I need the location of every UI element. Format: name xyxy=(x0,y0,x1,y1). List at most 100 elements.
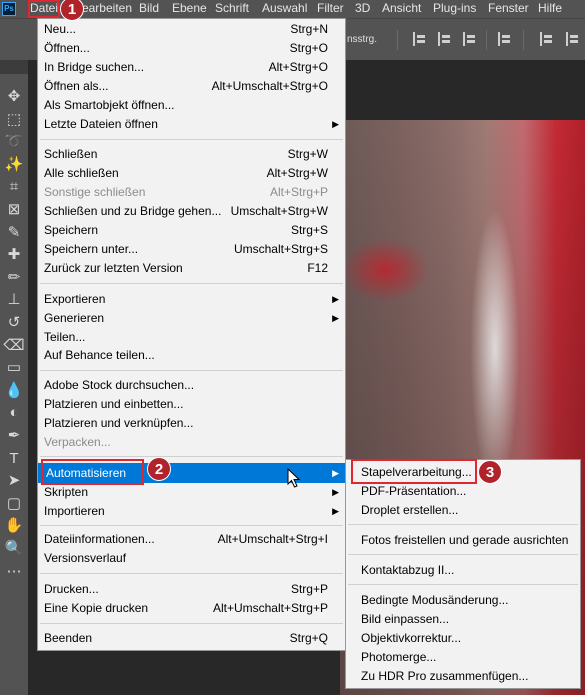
menu-item-share[interactable]: Teilen... xyxy=(38,328,345,347)
submenu-item-hdr[interactable]: Zu HDR Pro zusammenfügen... xyxy=(346,667,580,686)
menu-plugins[interactable]: Plug-ins xyxy=(433,0,476,18)
frame-icon[interactable]: ⊠ xyxy=(0,199,28,221)
menu-item-import[interactable]: Importieren ▶ xyxy=(38,502,345,521)
magic-wand-icon[interactable]: ✨ xyxy=(0,154,28,176)
menu-fenster[interactable]: Fenster xyxy=(488,0,529,18)
menu-ebene[interactable]: Ebene xyxy=(172,0,207,18)
eraser-icon[interactable]: ⌫ xyxy=(0,335,28,357)
brush-icon[interactable]: ✏ xyxy=(0,267,28,289)
automate-submenu: Stapelverarbeitung... PDF-Präsentation..… xyxy=(345,459,581,689)
pen-icon[interactable]: ✒ xyxy=(0,425,28,447)
menu-item-bridge[interactable]: In Bridge suchen... Alt+Strg+O xyxy=(38,58,345,77)
align-left-icon[interactable] xyxy=(413,32,427,46)
path-select-icon[interactable]: ➤ xyxy=(0,470,28,492)
menu-item-close-all[interactable]: Alle schließen Alt+Strg+W xyxy=(38,164,345,183)
menu-item-revert[interactable]: Zurück zur letzten Version F12 xyxy=(38,259,345,278)
menu-item-save[interactable]: Speichern Strg+S xyxy=(38,221,345,240)
menu-item-generate[interactable]: Generieren ▶ xyxy=(38,309,345,328)
menu-item-close-others: Sonstige schließen Alt+Strg+P xyxy=(44,185,328,199)
menu-item-open-as[interactable]: Öffnen als... Alt+Umschalt+Strg+O xyxy=(38,77,345,96)
menu-item-place-link[interactable]: Platzieren und verknüpfen... xyxy=(38,414,345,433)
dodge-icon[interactable]: ◐ xyxy=(0,402,28,424)
menu-item-recent[interactable]: Letzte Dateien öffnen ▶ xyxy=(38,115,345,134)
submenu-arrow-icon: ▶ xyxy=(332,294,339,304)
hand-icon[interactable]: ✋ xyxy=(0,515,28,537)
menu-bild[interactable]: Bild xyxy=(139,0,159,18)
align-top-icon[interactable] xyxy=(498,32,512,46)
eyedropper-icon[interactable]: ✎ xyxy=(0,222,28,244)
menu-3d[interactable]: 3D xyxy=(355,0,370,18)
menu-bar: Ps Datei Bearbeiten Bild Ebene Schrift A… xyxy=(0,0,585,18)
submenu-item-conditional[interactable]: Bedingte Modusänderung... xyxy=(346,591,580,610)
submenu-item-fit-image[interactable]: Bild einpassen... xyxy=(346,610,580,629)
menu-item-close-bridge[interactable]: Schließen und zu Bridge gehen... Umschalt… xyxy=(38,202,345,221)
menu-auswahl[interactable]: Auswahl xyxy=(262,0,307,18)
more-icon[interactable]: ⋯ xyxy=(0,561,28,583)
highlight-automatisieren xyxy=(41,459,144,485)
submenu-item-contact-sheet[interactable]: Kontaktabzug II... xyxy=(346,561,580,580)
submenu-arrow-icon: ▶ xyxy=(332,506,339,516)
mouse-cursor-icon xyxy=(287,468,301,488)
zoom-icon[interactable]: 🔍 xyxy=(0,538,28,560)
menu-hilfe[interactable]: Hilfe xyxy=(538,0,562,18)
align-right-icon[interactable] xyxy=(463,32,477,46)
options-separator xyxy=(486,30,487,50)
align-center-icon[interactable] xyxy=(438,32,452,46)
submenu-arrow-icon: ▶ xyxy=(332,487,339,497)
menu-item-new[interactable]: Neu... Strg+N xyxy=(38,20,345,39)
step-badge-3: 3 xyxy=(478,460,502,484)
menu-item-version-history[interactable]: Versionsverlauf xyxy=(38,549,345,568)
menu-item-print[interactable]: Drucken... Strg+P xyxy=(38,580,345,599)
menu-separator xyxy=(348,524,578,525)
submenu-item-crop-straighten[interactable]: Fotos freistellen und gerade ausrichten xyxy=(346,531,580,550)
submenu-item-pdf[interactable]: PDF-Präsentation... xyxy=(346,482,580,501)
menu-item-package: Verpacken... xyxy=(44,435,111,449)
menu-schrift[interactable]: Schrift xyxy=(215,0,249,18)
submenu-item-photomerge[interactable]: Photomerge... xyxy=(346,648,580,667)
menu-separator xyxy=(40,573,343,574)
marquee-icon[interactable]: ⬚ xyxy=(0,109,28,131)
tools-panel-header xyxy=(0,60,28,74)
menu-separator xyxy=(40,370,343,371)
gradient-icon[interactable]: ▭ xyxy=(0,357,28,379)
submenu-arrow-icon: ▶ xyxy=(332,119,339,129)
options-text: nsstrg. xyxy=(347,34,378,45)
submenu-arrow-icon: ▶ xyxy=(332,313,339,323)
options-separator xyxy=(523,30,524,50)
menu-item-stock[interactable]: Adobe Stock durchsuchen... xyxy=(38,376,345,395)
type-icon[interactable]: T xyxy=(0,448,28,470)
menu-item-export[interactable]: Exportieren ▶ xyxy=(38,290,345,309)
step-badge-2: 2 xyxy=(147,457,171,481)
menu-item-close[interactable]: Schließen Strg+W xyxy=(38,145,345,164)
options-separator xyxy=(397,30,398,50)
menu-item-quit[interactable]: Beenden Strg+Q xyxy=(38,629,345,648)
distribute-top-icon[interactable] xyxy=(540,32,554,46)
menu-separator xyxy=(40,525,343,526)
history-brush-icon[interactable]: ↺ xyxy=(0,312,28,334)
menu-separator xyxy=(40,139,343,140)
menu-item-place-embed[interactable]: Platzieren und einbetten... xyxy=(38,395,345,414)
menu-item-print-one[interactable]: Eine Kopie drucken Alt+Umschalt+Strg+P xyxy=(38,599,345,618)
crop-icon[interactable]: ⌗ xyxy=(0,176,28,198)
menu-item-behance[interactable]: Auf Behance teilen... xyxy=(38,346,345,365)
submenu-item-lens[interactable]: Objektivkorrektur... xyxy=(346,629,580,648)
lasso-icon[interactable]: ➰ xyxy=(0,131,28,153)
submenu-item-droplet[interactable]: Droplet erstellen... xyxy=(346,501,580,520)
highlight-stapelverarbeitung xyxy=(351,459,477,484)
menu-item-save-as[interactable]: Speichern unter... Umschalt+Strg+S xyxy=(38,240,345,259)
healing-icon[interactable]: ✚ xyxy=(0,244,28,266)
stamp-icon[interactable]: ⊥ xyxy=(0,289,28,311)
menu-filter[interactable]: Filter xyxy=(317,0,344,18)
menu-item-smart-object[interactable]: Als Smartobjekt öffnen... xyxy=(38,96,345,115)
menu-ansicht[interactable]: Ansicht xyxy=(382,0,421,18)
move-icon[interactable]: ✥ xyxy=(0,86,28,108)
menu-separator xyxy=(348,554,578,555)
menu-item-file-info[interactable]: Dateiinformationen... Alt+Umschalt+Strg+I xyxy=(38,530,345,549)
rectangle-icon[interactable]: ▢ xyxy=(0,493,28,515)
distribute-center-icon[interactable] xyxy=(566,32,580,46)
file-menu: Neu... Strg+N Öffnen... Strg+O In Bridge s… xyxy=(37,18,346,651)
menu-item-open[interactable]: Öffnen... Strg+O xyxy=(38,39,345,58)
photoshop-logo-icon: Ps xyxy=(2,2,16,16)
blur-icon[interactable]: 💧 xyxy=(0,380,28,402)
tools-panel: ✥ ⬚ ➰ ✨ ⌗ ⊠ ✎ ✚ ✏ ⊥ ↺ ⌫ ▭ 💧 ◐ ✒ T ➤ ▢ ✋ 🔍 ⋯ xyxy=(0,60,28,695)
